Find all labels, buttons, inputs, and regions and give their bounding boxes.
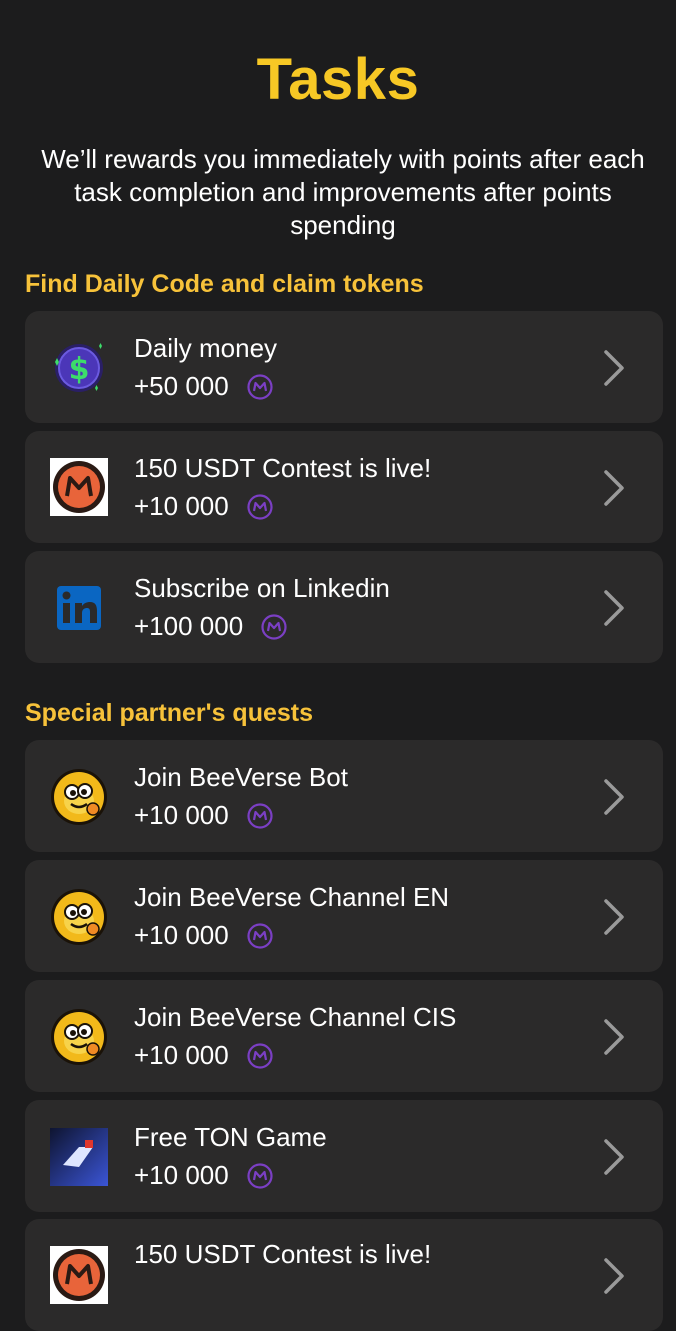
task-card-daily-money[interactable]: $ Daily money +50 000: [25, 311, 663, 423]
task-reward: +10 000: [134, 920, 273, 951]
reward-amount: +10 000: [134, 1040, 229, 1070]
task-title: Join BeeVerse Channel CIS: [134, 1002, 457, 1032]
page-subtitle: We’ll rewards you immediately with point…: [41, 144, 645, 240]
task-title: 150 USDT Contest is live!: [134, 1239, 432, 1269]
m-coin-icon: [247, 373, 273, 400]
section-heading-daily: Find Daily Code and claim tokens: [25, 270, 424, 298]
task-reward: +50 000: [134, 371, 273, 402]
task-title: Daily money: [134, 333, 278, 363]
chevron-right-icon: [604, 1139, 624, 1175]
chevron-right-icon: [604, 779, 624, 815]
m-logo-icon: [50, 458, 108, 516]
task-reward: +10 000: [134, 800, 273, 831]
task-reward: +10 000: [134, 1040, 273, 1071]
task-card-usdt-contest[interactable]: 150 USDT Contest is live! +10 000: [25, 431, 663, 543]
task-title: 150 USDT Contest is live!: [134, 453, 432, 483]
reward-amount: +10 000: [134, 1160, 229, 1190]
m-coin-icon: [247, 1162, 273, 1189]
m-coin-icon: [247, 493, 273, 520]
m-coin-icon: [247, 1042, 273, 1069]
task-card-beeverse-channel-cis[interactable]: Join BeeVerse Channel CIS +10 000: [25, 980, 663, 1092]
dollar-coin-icon: $: [55, 343, 103, 392]
task-reward: +10 000: [134, 1160, 273, 1191]
reward-amount: +10 000: [134, 800, 229, 830]
chevron-right-icon: [604, 590, 624, 626]
task-title: Subscribe on Linkedin: [134, 573, 390, 603]
task-card-linkedin[interactable]: Subscribe on Linkedin +100 000: [25, 551, 663, 663]
task-card-beeverse-channel-en[interactable]: Join BeeVerse Channel EN +10 000: [25, 860, 663, 972]
chevron-right-icon: [604, 1258, 624, 1294]
task-reward: +100 000: [134, 611, 287, 642]
bee-icon: [51, 769, 107, 825]
task-card-usdt-contest-2[interactable]: 150 USDT Contest is live!: [25, 1219, 663, 1331]
reward-amount: +10 000: [134, 491, 229, 521]
task-card-beeverse-bot[interactable]: Join BeeVerse Bot +10 000: [25, 740, 663, 852]
reward-amount: +100 000: [134, 611, 244, 641]
m-coin-icon: [247, 922, 273, 949]
bee-icon: [51, 889, 107, 945]
ton-game-icon: [50, 1128, 108, 1186]
reward-amount: +50 000: [134, 371, 229, 401]
page-title: Tasks: [256, 47, 420, 112]
task-title: Join BeeVerse Channel EN: [134, 882, 450, 912]
m-coin-icon: [261, 613, 287, 640]
chevron-right-icon: [604, 1019, 624, 1055]
bee-icon: [51, 1009, 107, 1065]
task-reward: +10 000: [134, 491, 273, 522]
m-logo-icon: [50, 1246, 108, 1304]
chevron-right-icon: [604, 899, 624, 935]
reward-amount: +10 000: [134, 920, 229, 950]
task-title: Free TON Game: [134, 1122, 327, 1152]
svg-text:$: $: [69, 352, 90, 387]
chevron-right-icon: [604, 470, 624, 506]
task-card-free-ton-game[interactable]: Free TON Game +10 000: [25, 1100, 663, 1212]
linkedin-icon: [57, 586, 101, 630]
section-heading-partner: Special partner's quests: [25, 699, 314, 727]
chevron-right-icon: [604, 350, 624, 386]
m-coin-icon: [247, 802, 273, 829]
task-title: Join BeeVerse Bot: [134, 762, 348, 792]
